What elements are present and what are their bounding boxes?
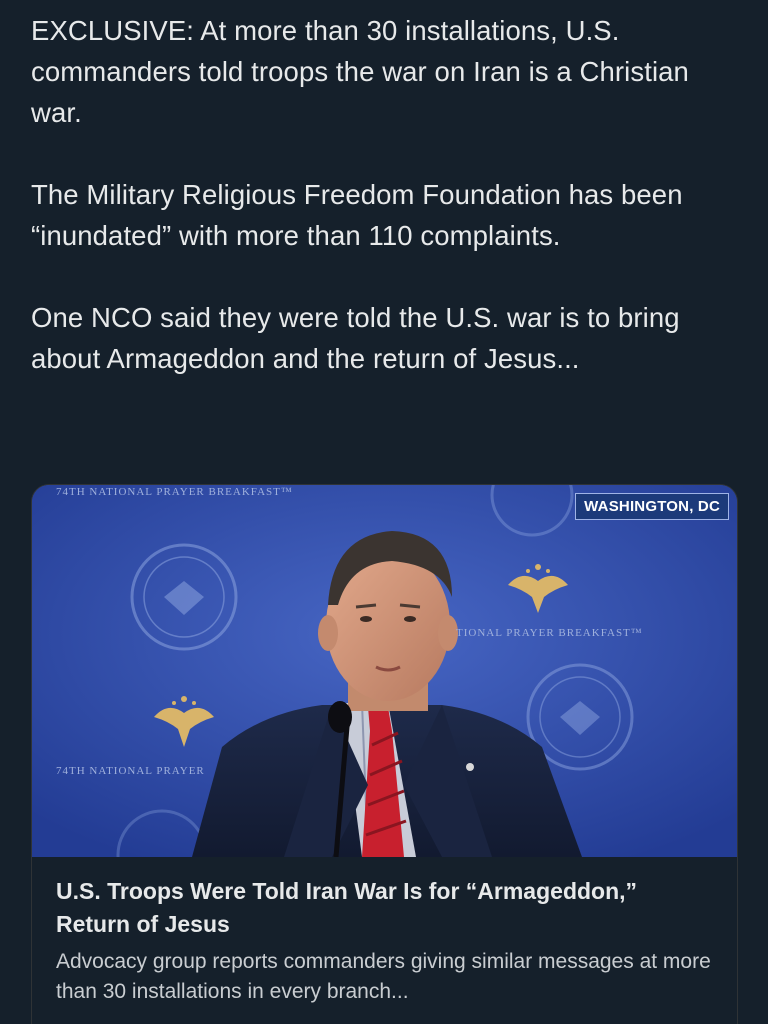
event-banner-middle: TIONAL PRAYER BREAKFAST™ (456, 627, 643, 639)
tweet-paragraph-3: One NCO said they were told the U.S. war… (31, 302, 680, 374)
tweet-text: EXCLUSIVE: At more than 30 installations… (31, 10, 731, 379)
card-title[interactable]: U.S. Troops Were Told Iran War Is for “A… (56, 875, 713, 941)
card-image[interactable]: 74TH NATIONAL PRAYER BREAKFAST™ TIONAL P… (32, 485, 737, 857)
speaker-photo (32, 485, 737, 857)
location-badge: WASHINGTON, DC (575, 493, 729, 520)
card-body[interactable]: U.S. Troops Were Told Iran War Is for “A… (32, 857, 737, 1007)
event-banner-lower: 74TH NATIONAL PRAYER (56, 765, 205, 777)
link-preview-card[interactable]: 74TH NATIONAL PRAYER BREAKFAST™ TIONAL P… (31, 484, 738, 1024)
tweet-paragraph-2: The Military Religious Freedom Foundatio… (31, 179, 683, 251)
tweet-paragraph-1: EXCLUSIVE: At more than 30 installations… (31, 15, 689, 128)
event-banner-top: 74TH NATIONAL PRAYER BREAKFAST™ (56, 486, 293, 498)
card-description: Advocacy group reports commanders giving… (56, 950, 711, 1003)
